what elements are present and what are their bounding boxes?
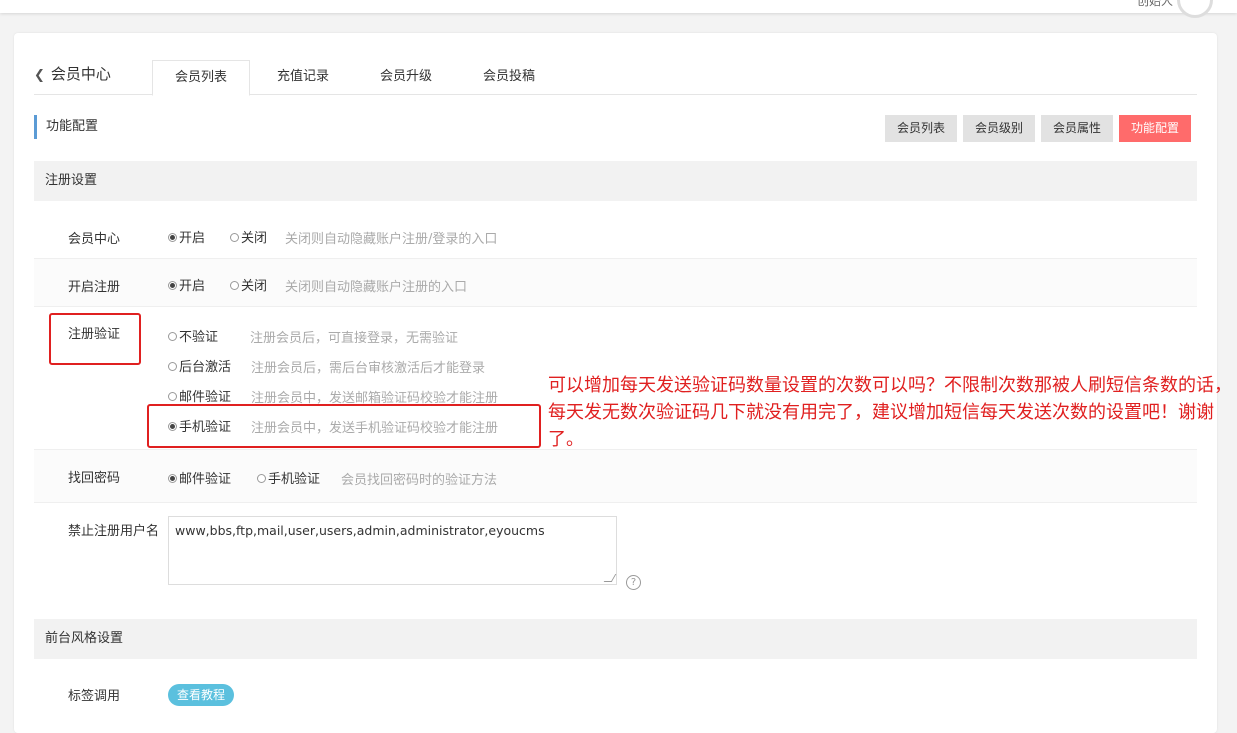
banned-usernames-value: www,bbs,ftp,mail,user,users,admin,admini… [175, 523, 545, 538]
option-label: 开启 [179, 231, 206, 246]
option-label: 不验证 [179, 330, 219, 345]
back-label: 会员中心 [50, 65, 111, 83]
option-label: 手机验证 [268, 472, 321, 487]
member-attributes-button[interactable]: 会员属性 [1041, 115, 1114, 142]
open-register-row: 开启注册 开启 关闭 关闭则自动隐藏账户注册的入口 [34, 259, 1197, 307]
radio-icon [168, 233, 177, 242]
highlight-box-label [49, 313, 141, 365]
verify-none-hint: 注册会员后，可直接登录，无需验证 [250, 331, 459, 346]
option-label: 关闭 [241, 231, 268, 246]
open-register-hint: 关闭则自动隐藏账户注册的入口 [285, 280, 468, 295]
view-tutorial-button[interactable]: 查看教程 [168, 684, 235, 706]
radio-icon [168, 362, 177, 371]
avatar[interactable] [1177, 0, 1213, 18]
resize-handle-icon[interactable] [603, 574, 617, 582]
verify-email-option[interactable]: 邮件验证 [168, 386, 231, 405]
section-title: 功能配置 [34, 115, 98, 139]
member-center-label: 会员中心 [68, 232, 121, 247]
chevron-left-icon: ❮ [34, 68, 45, 83]
member-level-button[interactable]: 会员级别 [963, 115, 1036, 142]
banned-usernames-label: 禁止注册用户名 [68, 524, 160, 539]
verify-backend-hint: 注册会员后，需后台审核激活后才能登录 [251, 361, 486, 376]
tag-call-label: 标签调用 [68, 689, 121, 704]
option-label: 关闭 [241, 279, 268, 294]
back-link[interactable]: ❮ 会员中心 [34, 63, 111, 84]
register-settings-header: 注册设置 [34, 161, 1197, 201]
top-bar: 创始人 [0, 0, 1237, 18]
help-icon[interactable]: ? [626, 575, 641, 590]
option-label: 开启 [179, 279, 206, 294]
member-center-on-option[interactable]: 开启 [168, 227, 205, 246]
verify-none-option[interactable]: 不验证 [168, 326, 218, 345]
retrieve-phone-option[interactable]: 手机验证 [257, 468, 320, 487]
radio-icon [230, 281, 239, 290]
radio-icon [257, 474, 266, 483]
banned-usernames-textarea[interactable]: www,bbs,ftp,mail,user,users,admin,admini… [168, 516, 617, 585]
member-list-button[interactable]: 会员列表 [885, 115, 958, 142]
tab-member-upgrade[interactable]: 会员升级 [361, 60, 451, 94]
user-name[interactable]: 创始人 [1137, 0, 1173, 9]
retrieve-email-option[interactable]: 邮件验证 [168, 468, 231, 487]
tab-member-list[interactable]: 会员列表 [152, 60, 250, 96]
tab-member-submission[interactable]: 会员投稿 [464, 60, 554, 94]
annotation-text: 可以增加每天发送验证码数量设置的次数可以吗？不限制次数那被人刷短信条数的话，每天… [548, 375, 1232, 450]
radio-icon [168, 392, 177, 401]
feature-config-button[interactable]: 功能配置 [1119, 115, 1192, 142]
radio-icon [230, 233, 239, 242]
member-center-row: 会员中心 开启 关闭 关闭则自动隐藏账户注册/登录的入口 [34, 201, 1197, 259]
option-label: 后台激活 [179, 360, 232, 375]
frontend-style-header: 前台风格设置 [34, 619, 1197, 659]
tab-recharge-records[interactable]: 充值记录 [258, 60, 348, 94]
open-register-off-option[interactable]: 关闭 [230, 275, 267, 294]
retrieve-password-label: 找回密码 [68, 471, 121, 486]
open-register-label: 开启注册 [68, 280, 121, 295]
retrieve-password-hint: 会员找回密码时的验证方法 [341, 473, 498, 488]
open-register-on-option[interactable]: 开启 [168, 275, 205, 294]
verify-backend-option[interactable]: 后台激活 [168, 356, 231, 375]
retrieve-password-row: 找回密码 邮件验证 手机验证 会员找回密码时的验证方法 [34, 450, 1197, 503]
member-center-hint: 关闭则自动隐藏账户注册/登录的入口 [285, 232, 498, 247]
option-label: 邮件验证 [179, 472, 232, 487]
option-label: 邮件验证 [179, 390, 232, 405]
radio-icon [168, 474, 177, 483]
highlight-box-option [147, 404, 541, 448]
radio-icon [168, 281, 177, 290]
member-center-off-option[interactable]: 关闭 [230, 227, 267, 246]
radio-icon [168, 332, 177, 341]
